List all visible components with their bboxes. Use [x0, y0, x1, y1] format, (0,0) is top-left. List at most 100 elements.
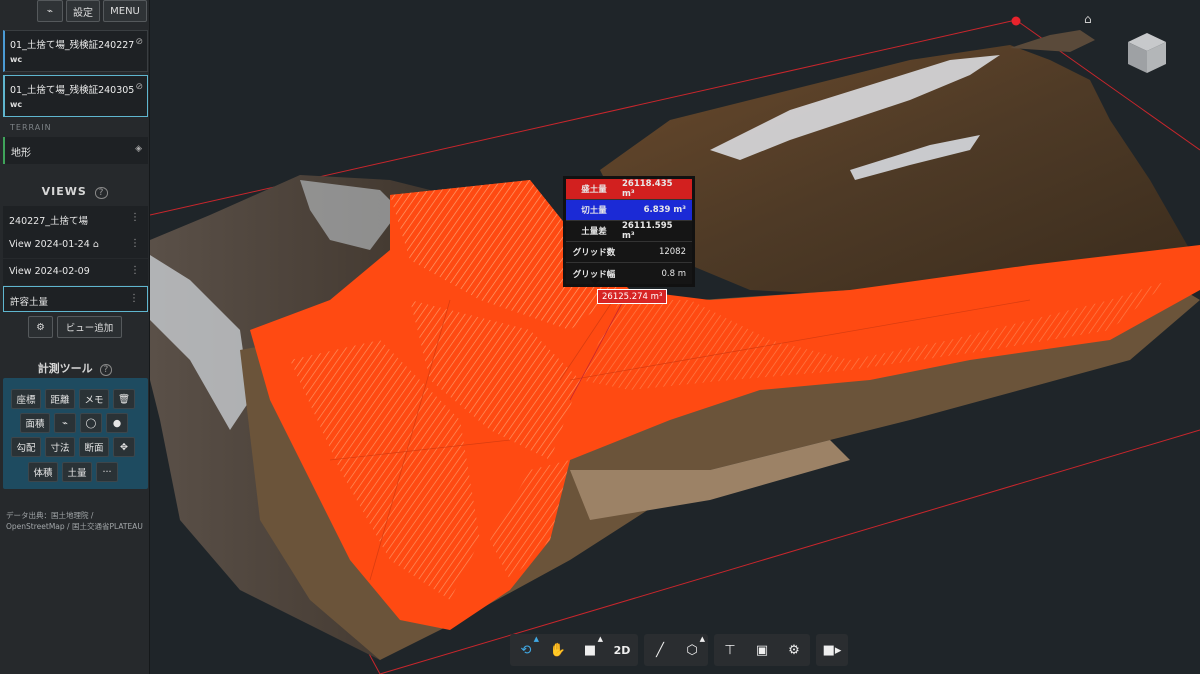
hierarchy-icon: ⊤ — [724, 642, 736, 658]
tool-memo[interactable]: メモ — [79, 389, 109, 409]
tool-dimension[interactable]: 寸法 — [45, 437, 75, 457]
tool-slope[interactable]: 勾配 — [11, 437, 41, 457]
move-icon: ✥ — [120, 441, 128, 453]
tool-area[interactable]: 面積 — [20, 413, 50, 433]
home-view-icon[interactable]: ⌂ — [1084, 12, 1092, 26]
tool-polyline[interactable]: ⌁ — [54, 413, 76, 433]
tool-section[interactable]: 断面 — [79, 437, 109, 457]
views-title: VIEWS ? — [0, 185, 150, 199]
view-item-2024-02-09[interactable]: View 2024-02-09 ⋮ — [3, 259, 148, 285]
volume-label[interactable]: 26125.274 m³ — [597, 289, 668, 304]
edit-icon[interactable]: ⊘ — [135, 82, 143, 92]
tool-volume[interactable]: 体積 — [28, 462, 58, 482]
corner-handle[interactable] — [1011, 16, 1021, 26]
edit-group: ╱ ⬡ ▲ — [644, 634, 708, 666]
trash-icon: 🗑 — [117, 393, 131, 405]
view-label: 240227_土捨て場 — [9, 216, 89, 227]
view-label: View 2024-01-24 — [9, 239, 90, 250]
grid-count-label: グリッド数 — [566, 242, 622, 262]
grid-width-row: グリッド幅 0.8 m — [566, 263, 692, 284]
view-settings-button[interactable]: ⚙ — [28, 316, 53, 338]
cube-icon: ⬡ — [686, 642, 698, 658]
data-attribution: データ出典：国土地理院 / OpenStreetMap / 国土交通省PLATE… — [6, 511, 143, 531]
tool-distance[interactable]: 距離 — [45, 389, 75, 409]
app-root: ⌁ 設定 MENU 01_土捨て場_残検証240227.n wc ⊘ 01_土捨… — [0, 0, 1200, 674]
more-icon[interactable]: ⋮ — [130, 238, 140, 249]
floppy-icon: ▣ — [755, 642, 769, 658]
view-label: 許容土量 — [10, 297, 49, 308]
tool-drop[interactable]: ● — [106, 413, 128, 433]
terrain-label: 地形 — [11, 148, 31, 159]
grid-width-value: 0.8 m — [622, 263, 692, 284]
box-button[interactable]: ⬡ ▲ — [676, 634, 708, 666]
more-icon[interactable]: ⋮ — [130, 265, 140, 276]
point-cloud-scene[interactable] — [150, 0, 1200, 674]
terrain-item[interactable]: 地形 ◈ — [3, 137, 148, 164]
views-title-text: VIEWS — [41, 185, 87, 198]
tool-earthwork[interactable]: 土量 — [62, 462, 92, 482]
tool-delete[interactable]: 🗑 — [113, 389, 135, 409]
fill-volume-value: 26118.435 m³ — [622, 179, 692, 199]
menu-button[interactable]: MENU — [103, 0, 147, 22]
net-volume-value: 26111.595 m³ — [622, 221, 692, 241]
settings-button[interactable]: 設定 — [66, 0, 100, 22]
drop-icon: ● — [112, 417, 122, 429]
view-item-allowable-volume[interactable]: 許容土量 ⋮ — [3, 286, 148, 312]
pan-button[interactable]: ✋ — [542, 634, 574, 666]
gear-icon: ⚙ — [36, 321, 45, 333]
help-icon[interactable]: ? — [99, 364, 113, 376]
view-label: View 2024-02-09 — [9, 266, 90, 277]
layers-icon[interactable]: ◈ — [135, 144, 142, 154]
fill-volume-row: 盛土量 26118.435 m³ — [566, 179, 692, 200]
popup-arrow — [589, 278, 601, 285]
grid-count-value: 12082 — [622, 242, 692, 262]
3d-viewport[interactable]: ⌂ — [150, 0, 1200, 674]
polyline-icon: ⌁ — [62, 417, 68, 429]
tool-coordinate[interactable]: 座標 — [11, 389, 41, 409]
orbit-button[interactable]: ⟲ ▲ — [510, 634, 542, 666]
file-name: 01_土捨て場_残検証240227.n — [10, 40, 134, 51]
ruler-icon: ╱ — [656, 642, 664, 658]
help-icon[interactable]: ? — [94, 187, 109, 199]
tool-more[interactable]: ··· — [96, 462, 118, 482]
file-name: 01_土捨て場_残検証240305.n — [10, 85, 134, 96]
camera-button[interactable]: ■ ▲ — [574, 634, 606, 666]
tree-button[interactable]: ⊤ — [714, 634, 746, 666]
file-item-240227[interactable]: 01_土捨て場_残検証240227.n wc ⊘ — [3, 30, 148, 72]
sidebar: ⌁ 設定 MENU 01_土捨て場_残検証240227.n wc ⊘ 01_土捨… — [0, 0, 150, 674]
chart-button[interactable]: ⌁ — [37, 0, 63, 22]
chart-icon: ⌁ — [46, 5, 54, 17]
view-item-240227[interactable]: 240227_土捨て場 ⋮ — [3, 206, 148, 232]
orbit-icon: ⟲ — [520, 642, 532, 658]
top-toolbar: ⌁ 設定 MENU — [37, 0, 147, 22]
net-volume-row: 土量差 26111.595 m³ — [566, 221, 692, 242]
record-button[interactable]: ■▸ — [816, 634, 848, 666]
file-item-240305[interactable]: 01_土捨て場_残検証240305.n wc ⊘ — [3, 75, 148, 117]
edit-icon[interactable]: ⊘ — [135, 37, 143, 47]
gear-icon: ⚙ — [788, 642, 800, 658]
home-icon: ⌂ — [92, 239, 99, 250]
video-camera-icon: ■▸ — [822, 642, 842, 658]
view-item-2024-01-24[interactable]: View 2024-01-24 ⌂ ⋮ — [3, 232, 148, 258]
tool-circle[interactable]: ◯ — [80, 413, 102, 433]
2d-button[interactable]: 2D — [606, 634, 638, 666]
grid-count-row: グリッド数 12082 — [566, 242, 692, 263]
cut-volume-row: 切土量 6.839 m³ — [566, 200, 692, 221]
camera-icon: ■ — [583, 642, 597, 658]
fill-volume-label: 盛土量 — [566, 179, 622, 199]
tool-move[interactable]: ✥ — [113, 437, 135, 457]
tools-title: 計測ツール ? — [0, 360, 150, 376]
terrain-section-label: TERRAIN — [10, 123, 52, 132]
circle-icon: ◯ — [85, 417, 97, 429]
more-icon[interactable]: ⋮ — [129, 293, 139, 304]
measure-button[interactable]: ╱ — [644, 634, 676, 666]
add-view-button[interactable]: ビュー追加 — [57, 316, 122, 338]
gear-button[interactable]: ⚙ — [778, 634, 810, 666]
volume-result-table: 盛土量 26118.435 m³ 切土量 6.839 m³ 土量差 26111.… — [563, 176, 695, 287]
cut-volume-label: 切土量 — [566, 200, 622, 220]
save-button[interactable]: ▣ — [746, 634, 778, 666]
more-icon[interactable]: ⋮ — [130, 212, 140, 223]
navigation-cube[interactable] — [1124, 30, 1170, 76]
nav-group: ⟲ ▲ ✋ ■ ▲ 2D — [510, 634, 638, 666]
file-ext: wc — [10, 55, 23, 64]
